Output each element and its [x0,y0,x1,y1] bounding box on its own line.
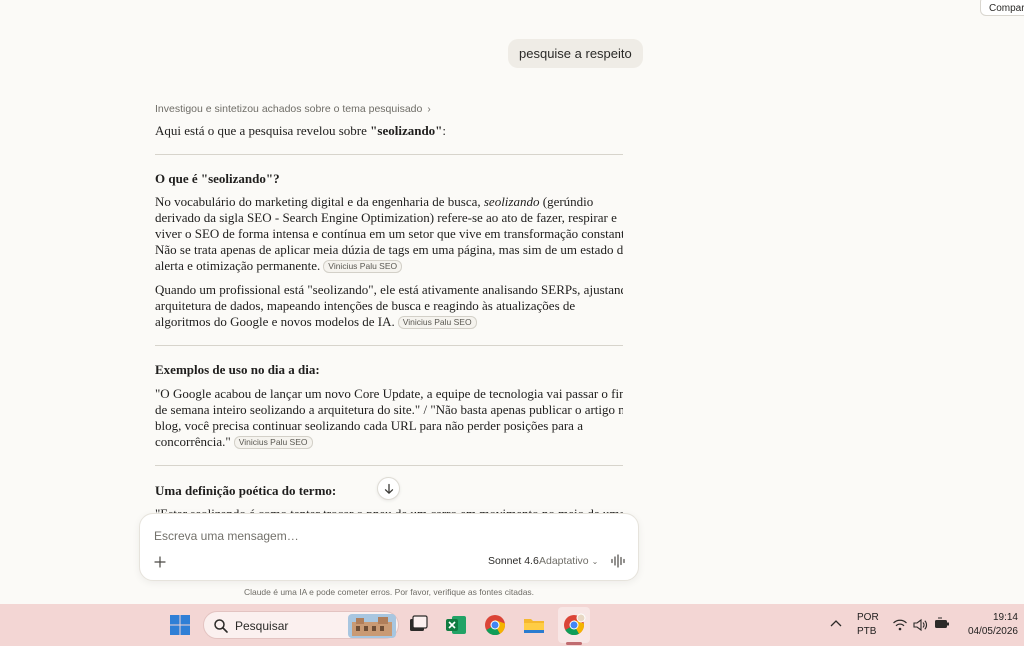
divider [155,154,623,155]
start-button[interactable] [168,613,192,637]
file-explorer-icon[interactable] [522,613,546,637]
plus-icon [154,556,166,568]
volume-icon[interactable] [912,617,928,633]
section-heading: Exemplos de uso no dia a dia: [155,362,320,377]
section-heading: O que é "seolizando"? [155,171,280,186]
windows-taskbar: Pesquisar POR PTB 19:14 04/05/2026 [0,604,1024,646]
chevron-up-icon[interactable] [827,615,845,633]
task-view-icon[interactable] [406,613,430,637]
taskbar-search[interactable]: Pesquisar [203,611,399,639]
battery-icon[interactable] [933,616,951,632]
paragraph: No vocabulário do marketing digital e da… [155,194,623,273]
paragraph: "O Google acabou de lançar um novo Core … [155,386,623,449]
active-app-indicator [566,642,582,645]
citation-chip[interactable]: Vinicius Palu SEO [233,436,313,449]
research-process-toggle[interactable]: Investigou e sintetizou achados sobre o … [155,103,431,115]
divider [155,465,623,466]
arrow-down-icon [384,483,393,494]
search-icon [214,619,228,633]
chevron-down-icon: ⌄ [591,557,599,566]
chrome-profile-icon[interactable] [562,613,586,637]
chrome-icon[interactable] [483,613,507,637]
mode-selector[interactable]: Adaptativo ⌄ [539,555,598,567]
response-intro: Aqui está o que a pesquisa revelou sobre… [155,123,447,138]
chevron-right-icon: › [427,104,431,115]
language-indicator[interactable]: POR PTB [857,612,879,637]
message-composer: Sonnet 4.6 Adaptativo⌄ [139,513,639,581]
disclaimer-text: Claude é uma IA e pode cometer erros. Po… [243,587,535,597]
section-heading: Uma definição poética do termo: [155,483,337,498]
citation-chip[interactable]: Vinicius Palu SEO [397,316,477,329]
paragraph: Quando um profissional está "seolizando"… [155,282,623,329]
search-highlight-image [348,614,396,638]
share-button[interactable]: Compartilhar [980,0,1024,16]
scroll-to-bottom-button[interactable] [377,477,400,500]
divider [155,345,623,346]
message-input[interactable] [154,529,594,543]
waveform-icon [611,554,625,568]
research-process-label: Investigou e sintetizou achados sobre o … [155,103,423,115]
model-selector[interactable]: Sonnet 4.6 [488,555,539,567]
wifi-icon[interactable] [892,617,908,633]
clock[interactable]: 19:14 04/05/2026 [964,612,1018,637]
citation-chip[interactable]: Vinicius Palu SEO [323,260,403,273]
voice-mode-button[interactable] [610,554,626,568]
add-attachment-button[interactable] [154,554,170,570]
windows-logo-icon [170,615,190,635]
assistant-response: Investigou e sintetizou achados sobre o … [155,0,623,519]
excel-icon[interactable] [444,613,468,637]
